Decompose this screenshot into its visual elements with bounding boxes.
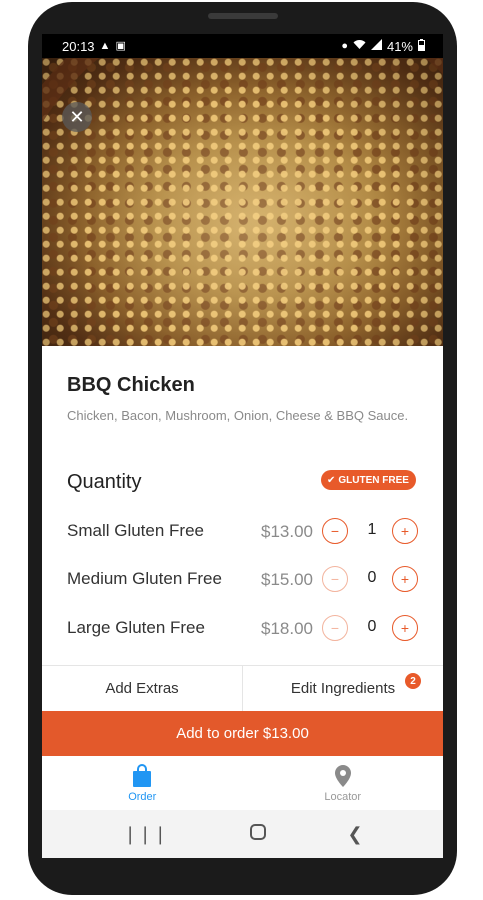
- product-description: Chicken, Bacon, Mushroom, Onion, Cheese …: [67, 408, 409, 423]
- close-button[interactable]: ✕: [62, 102, 92, 132]
- nav-label: Order: [128, 790, 157, 803]
- minus-icon: −: [330, 523, 340, 539]
- edit-ingredients-button[interactable]: Edit Ingredients 2: [242, 666, 443, 711]
- size-price: $18.00: [261, 619, 313, 638]
- location-icon: ●: [341, 39, 348, 52]
- quantity-value: 1: [367, 521, 377, 538]
- ingredients-count-badge: 2: [405, 673, 421, 689]
- plus-icon: +: [400, 571, 410, 587]
- gluten-free-label: GLUTEN FREE: [338, 474, 409, 486]
- plus-icon: +: [400, 523, 410, 539]
- product-image: ✕: [42, 58, 443, 346]
- size-row-large: Large Gluten Free $18.00 − 0 +: [42, 613, 443, 643]
- check-icon: ✔: [327, 474, 336, 486]
- size-price: $13.00: [261, 522, 313, 541]
- add-extras-label: Add Extras: [105, 680, 179, 697]
- app-screen: 20:13 ▲ ▣ ● 41% ✕ BBQ Chicken Chicken, B…: [42, 34, 443, 858]
- wifi-icon: [353, 39, 366, 53]
- image-shade: [42, 58, 443, 346]
- battery-percent: 41%: [386, 38, 413, 54]
- nav-label: Locator: [324, 790, 362, 803]
- add-extras-button[interactable]: Add Extras: [42, 666, 242, 711]
- quantity-title: Quantity: [67, 471, 142, 493]
- notification-icon: ▲: [99, 39, 111, 52]
- photo-icon: ▣: [115, 39, 126, 52]
- size-label: Small Gluten Free: [67, 521, 204, 540]
- quantity-value: 0: [367, 569, 377, 586]
- add-to-order-label: Add to order $13.00: [176, 725, 309, 742]
- action-bar: Add Extras Edit Ingredients 2: [42, 665, 443, 711]
- decrease-button[interactable]: −: [322, 615, 348, 641]
- plus-icon: +: [400, 620, 410, 636]
- close-icon: ✕: [69, 107, 85, 127]
- decrease-button[interactable]: −: [322, 518, 348, 544]
- edit-ingredients-label: Edit Ingredients: [290, 680, 396, 697]
- nav-item-order[interactable]: Order: [42, 756, 243, 810]
- minus-icon: −: [330, 620, 340, 636]
- minus-icon: −: [330, 571, 340, 587]
- system-nav-bar: ❘❘❘ ❮: [42, 810, 443, 858]
- quantity-value: 0: [367, 618, 377, 635]
- product-name: BBQ Chicken: [67, 374, 195, 396]
- battery-icon: [418, 38, 425, 54]
- back-icon[interactable]: ❮: [347, 824, 362, 845]
- size-label: Large Gluten Free: [67, 618, 205, 637]
- shopping-bag-icon: [133, 763, 152, 787]
- bottom-nav: Order Locator: [42, 756, 443, 810]
- gluten-free-badge: ✔ GLUTEN FREE: [321, 470, 416, 490]
- size-price: $15.00: [261, 570, 313, 589]
- decrease-button[interactable]: −: [322, 566, 348, 592]
- status-time: 20:13: [62, 38, 95, 54]
- size-row-medium: Medium Gluten Free $15.00 − 0 +: [42, 564, 443, 594]
- earpiece: [208, 13, 278, 19]
- increase-button[interactable]: +: [392, 518, 418, 544]
- add-to-order-button[interactable]: Add to order $13.00: [42, 711, 443, 756]
- nav-item-locator[interactable]: Locator: [243, 756, 444, 810]
- increase-button[interactable]: +: [392, 615, 418, 641]
- status-bar: 20:13 ▲ ▣ ● 41%: [42, 34, 443, 58]
- location-pin-icon: [334, 764, 351, 787]
- increase-button[interactable]: +: [392, 566, 418, 592]
- home-icon[interactable]: [249, 823, 267, 846]
- size-row-small: Small Gluten Free $13.00 − 1 +: [42, 516, 443, 546]
- recent-apps-icon[interactable]: ❘❘❘: [122, 824, 167, 845]
- signal-icon: [370, 39, 382, 53]
- size-label: Medium Gluten Free: [67, 569, 222, 588]
